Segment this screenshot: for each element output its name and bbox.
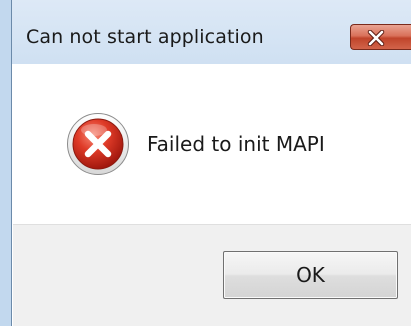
ok-button[interactable]: OK	[223, 251, 398, 299]
close-icon	[367, 30, 385, 46]
window-left-border	[0, 0, 12, 326]
title-bar[interactable]: Can not start application	[12, 0, 411, 64]
message-dialog: Can not start application Failed to init…	[0, 0, 411, 326]
dialog-body: Failed to init MAPI	[13, 64, 411, 224]
close-button[interactable]	[350, 24, 411, 50]
dialog-title: Can not start application	[26, 26, 264, 48]
error-message: Failed to init MAPI	[147, 132, 325, 156]
error-icon	[67, 113, 129, 175]
button-bar: OK	[13, 224, 411, 326]
